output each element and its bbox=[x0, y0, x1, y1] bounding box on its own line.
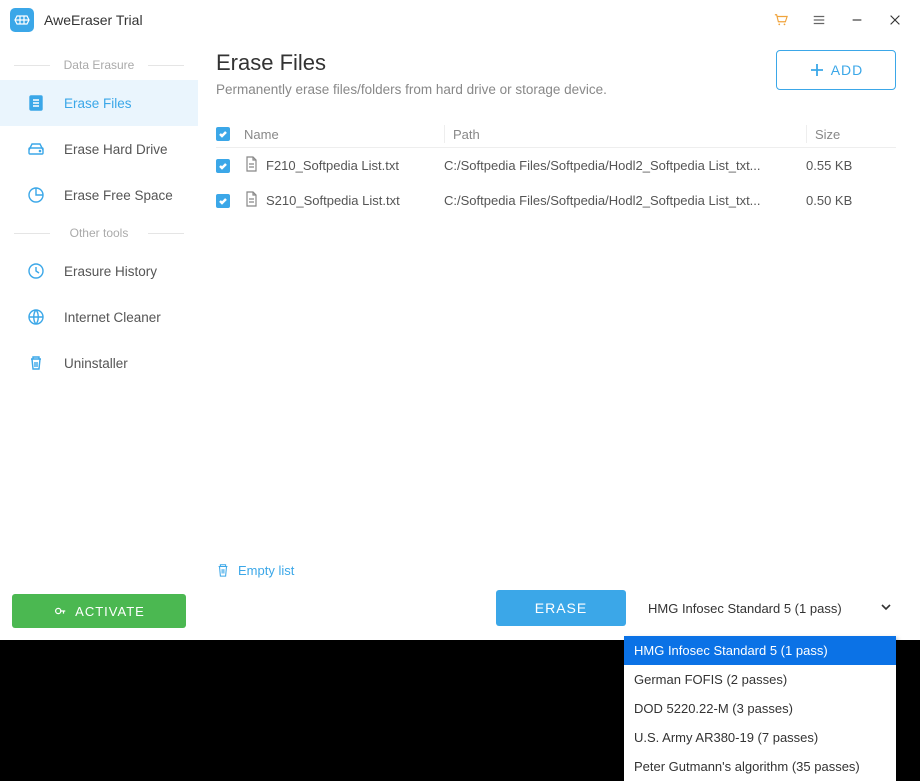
harddrive-icon bbox=[26, 139, 46, 159]
table-header: Name Path Size bbox=[216, 121, 896, 148]
algorithm-select[interactable]: HMG Infosec Standard 5 (1 pass) bbox=[644, 594, 896, 622]
algorithm-option[interactable]: DOD 5220.22-M (3 passes) bbox=[624, 694, 896, 723]
file-name: S210_Softpedia List.txt bbox=[266, 193, 400, 208]
main-panel: Erase Files Permanently erase files/fold… bbox=[198, 40, 920, 640]
minimize-button[interactable] bbox=[838, 0, 876, 40]
sidebar-group-erasure: Data Erasure bbox=[0, 50, 198, 80]
page-subtitle: Permanently erase files/folders from har… bbox=[216, 82, 607, 97]
activate-button[interactable]: ACTIVATE bbox=[12, 594, 186, 628]
file-path: C:/Softpedia Files/Softpedia/Hodl2_Softp… bbox=[444, 158, 806, 173]
files-icon bbox=[26, 93, 46, 113]
sidebar-item-erase-freespace[interactable]: Erase Free Space bbox=[0, 172, 198, 218]
algorithm-option[interactable]: Peter Gutmann's algorithm (35 passes) bbox=[624, 752, 896, 781]
close-button[interactable] bbox=[876, 0, 914, 40]
empty-list-button[interactable]: Empty list bbox=[216, 562, 896, 578]
row-checkbox[interactable] bbox=[216, 159, 230, 173]
file-icon bbox=[244, 191, 258, 210]
sidebar-item-internet-cleaner[interactable]: Internet Cleaner bbox=[0, 294, 198, 340]
sidebar-item-label: Erase Files bbox=[64, 96, 132, 111]
sidebar-item-label: Erase Free Space bbox=[64, 188, 173, 203]
file-size: 0.50 KB bbox=[806, 193, 896, 208]
titlebar: AweEraser Trial bbox=[0, 0, 920, 40]
menu-icon[interactable] bbox=[800, 0, 838, 40]
pie-icon bbox=[26, 185, 46, 205]
row-checkbox[interactable] bbox=[216, 194, 230, 208]
file-list: F210_Softpedia List.txt C:/Softpedia File… bbox=[216, 148, 896, 218]
column-name[interactable]: Name bbox=[244, 127, 444, 142]
column-size[interactable]: Size bbox=[806, 125, 896, 143]
app-window: AweEraser Trial Data Erasure Erase Files… bbox=[0, 0, 920, 640]
algorithm-option[interactable]: German FOFIS (2 passes) bbox=[624, 665, 896, 694]
file-path: C:/Softpedia Files/Softpedia/Hodl2_Softp… bbox=[444, 193, 806, 208]
sidebar: Data Erasure Erase Files Erase Hard Driv… bbox=[0, 40, 198, 640]
table-row[interactable]: F210_Softpedia List.txt C:/Softpedia File… bbox=[216, 148, 896, 183]
sidebar-item-erase-harddrive[interactable]: Erase Hard Drive bbox=[0, 126, 198, 172]
cart-icon[interactable] bbox=[762, 0, 800, 40]
sidebar-item-uninstaller[interactable]: Uninstaller bbox=[0, 340, 198, 386]
file-size: 0.55 KB bbox=[806, 158, 896, 173]
app-logo-icon bbox=[10, 8, 34, 32]
algorithm-selected: HMG Infosec Standard 5 (1 pass) bbox=[648, 601, 842, 616]
trash-icon bbox=[26, 353, 46, 373]
add-label: ADD bbox=[831, 62, 864, 78]
file-name: F210_Softpedia List.txt bbox=[266, 158, 399, 173]
globe-icon bbox=[26, 307, 46, 327]
erase-button[interactable]: ERASE bbox=[496, 590, 626, 626]
clock-icon bbox=[26, 261, 46, 281]
activate-label: ACTIVATE bbox=[75, 604, 145, 619]
app-title: AweEraser Trial bbox=[44, 12, 143, 28]
erase-label: ERASE bbox=[535, 600, 587, 616]
sidebar-item-label: Erasure History bbox=[64, 264, 157, 279]
chevron-down-icon bbox=[880, 601, 892, 616]
sidebar-item-label: Internet Cleaner bbox=[64, 310, 161, 325]
sidebar-group-other: Other tools bbox=[0, 218, 198, 248]
page-title: Erase Files bbox=[216, 50, 607, 76]
sidebar-item-label: Uninstaller bbox=[64, 356, 128, 371]
empty-list-label: Empty list bbox=[238, 563, 294, 578]
add-button[interactable]: ADD bbox=[776, 50, 896, 90]
sidebar-item-erasure-history[interactable]: Erasure History bbox=[0, 248, 198, 294]
file-icon bbox=[244, 156, 258, 175]
column-path[interactable]: Path bbox=[444, 125, 806, 143]
select-all-checkbox[interactable] bbox=[216, 127, 230, 141]
sidebar-item-label: Erase Hard Drive bbox=[64, 142, 168, 157]
table-row[interactable]: S210_Softpedia List.txt C:/Softpedia File… bbox=[216, 183, 896, 218]
algorithm-dropdown: HMG Infosec Standard 5 (1 pass)German FO… bbox=[624, 636, 896, 781]
algorithm-option[interactable]: HMG Infosec Standard 5 (1 pass) bbox=[624, 636, 896, 665]
sidebar-item-erase-files[interactable]: Erase Files bbox=[0, 80, 198, 126]
